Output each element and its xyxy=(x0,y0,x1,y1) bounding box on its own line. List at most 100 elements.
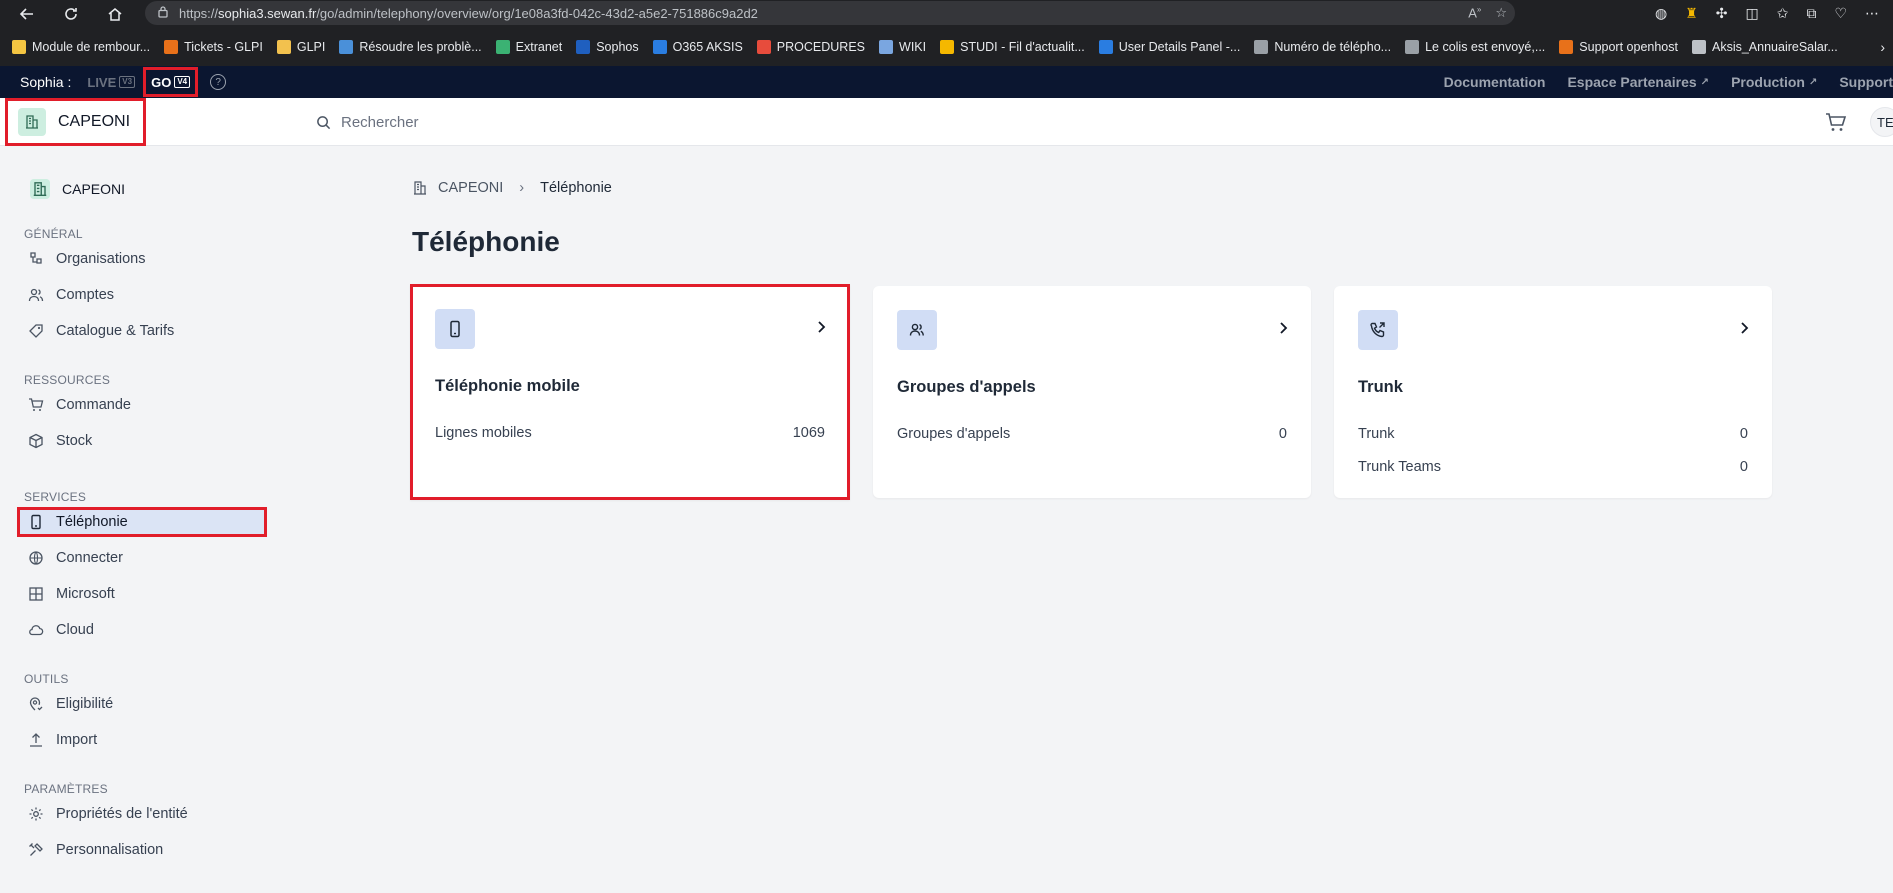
sidebar-item-label: Comptes xyxy=(56,287,115,303)
favorites-icon[interactable]: ✩ xyxy=(1777,5,1789,22)
sidebar-item-personnalisation[interactable]: Personnalisation xyxy=(18,835,266,865)
production-link[interactable]: Production ↗ xyxy=(1731,74,1817,90)
bookmark-item[interactable]: Résoudre les problè... xyxy=(339,39,482,54)
app-header: CAPEONI Rechercher TE xyxy=(0,98,1893,146)
bookmark-item[interactable]: O365 AKSIS xyxy=(652,39,743,54)
sidebar-item-eligibilite[interactable]: Eligibilité xyxy=(18,689,266,719)
card-stat-row: Lignes mobiles 1069 xyxy=(435,425,825,441)
sidebar-section-title: GÉNÉRAL xyxy=(24,227,83,241)
bookmark-label: WIKI xyxy=(899,39,927,54)
bookmark-item[interactable]: Extranet xyxy=(495,39,562,54)
sidebar-item-organisations[interactable]: Organisations xyxy=(18,244,266,274)
bookmark-label: PROCEDURES xyxy=(776,39,866,54)
environment-strip: Sophia : LIVE V3 GO V4 ? Documentation Esp… xyxy=(0,66,1893,98)
go-v4-switch[interactable]: GO V4 xyxy=(143,67,199,97)
card-title: Groupes d'appels xyxy=(897,378,1036,396)
sidebar-item-telephonie[interactable]: Téléphonie xyxy=(17,507,267,537)
bookmark-label: Résoudre les problè... xyxy=(359,39,482,54)
bookmark-label: Module de rembour... xyxy=(32,39,151,54)
sidebar-item-catalogue-tarifs[interactable]: Catalogue & Tarifs xyxy=(18,316,266,346)
service-card[interactable]: Groupes d'appels Groupes d'appels 0 xyxy=(873,286,1311,498)
bookmark-item[interactable]: Module de rembour... xyxy=(12,39,151,54)
bookmark-item[interactable]: Tickets - GLPI xyxy=(164,39,263,54)
favorite-star-icon[interactable]: ☆ xyxy=(1495,5,1507,21)
bookmark-item[interactable]: Le colis est envoyé,... xyxy=(1405,39,1545,54)
external-link-icon: ↗ xyxy=(1700,76,1710,88)
card-title: Trunk xyxy=(1358,378,1403,396)
organization-switcher[interactable]: CAPEONI xyxy=(5,98,146,146)
tag-icon xyxy=(29,324,43,338)
breadcrumb: CAPEONI › Téléphonie xyxy=(412,180,612,196)
bookmark-item[interactable]: Support openhost xyxy=(1559,39,1678,54)
building-icon xyxy=(414,181,426,195)
bookmark-favicon-icon xyxy=(12,39,26,54)
bookmark-item[interactable]: STUDI - Fil d'actualit... xyxy=(940,39,1085,54)
bookmark-item[interactable]: Sophos xyxy=(576,39,639,54)
help-icon[interactable]: ? xyxy=(210,74,227,90)
page-title: Téléphonie xyxy=(412,226,560,257)
bookmark-item[interactable]: Numéro de télépho... xyxy=(1254,39,1391,54)
globe-icon xyxy=(29,551,43,565)
service-card[interactable]: Trunk Trunk 0 Trunk Teams 0 xyxy=(1334,286,1772,498)
sidebar-item-comptes[interactable]: Comptes xyxy=(18,280,266,310)
more-menu-icon[interactable]: ⋯ xyxy=(1865,5,1879,22)
sidebar-item-cloud[interactable]: Cloud xyxy=(18,615,266,645)
stat-value: 0 xyxy=(1278,426,1287,442)
search-input[interactable]: Rechercher xyxy=(316,98,419,146)
stat-value: 0 xyxy=(1739,459,1748,475)
documentation-link[interactable]: Documentation xyxy=(1444,74,1546,90)
location-check-icon xyxy=(29,697,43,711)
bookmarks-bar: Module de rembour... Tickets - GLPI GLPI Ré… xyxy=(0,27,1893,66)
sidebar-org-name: CAPEONI xyxy=(62,181,126,197)
read-aloud-icon[interactable]: A» xyxy=(1468,5,1481,20)
chevron-right-icon: › xyxy=(519,180,525,196)
cart-icon xyxy=(29,398,44,411)
org-tree-icon xyxy=(30,252,42,264)
bookmarks-overflow-icon[interactable]: › xyxy=(1880,27,1885,66)
upload-icon xyxy=(30,733,42,747)
sidebar-item-connecter[interactable]: Connecter xyxy=(18,543,266,573)
sidebar-item-label: Cloud xyxy=(56,622,94,638)
puzzle-icon[interactable]: ✣ xyxy=(1716,5,1728,22)
health-icon[interactable]: ♡ xyxy=(1834,5,1847,22)
chevron-right-icon[interactable] xyxy=(1736,320,1752,336)
extension-icon[interactable]: ♜ xyxy=(1685,5,1698,22)
sidebar-section-title: SERVICES xyxy=(24,490,87,504)
cart-icon[interactable] xyxy=(1824,110,1848,134)
card-stat-row: Trunk 0 xyxy=(1358,426,1748,442)
support-link[interactable]: Support xyxy=(1839,74,1893,90)
sidebar-item-stock[interactable]: Stock xyxy=(18,426,266,456)
split-screen-icon[interactable]: ◫ xyxy=(1745,5,1758,22)
bookmark-item[interactable]: Aksis_AnnuaireSalar... xyxy=(1691,39,1838,54)
bookmark-label: Sophos xyxy=(596,39,639,54)
sidebar-item-proprietes-entite[interactable]: Propriétés de l'entité xyxy=(18,799,266,829)
bookmark-favicon-icon xyxy=(495,39,510,54)
bookmark-item[interactable]: User Details Panel -... xyxy=(1098,39,1240,54)
sidebar-section-title: OUTILS xyxy=(24,672,69,686)
partner-space-link[interactable]: Espace Partenaires ↗ xyxy=(1567,74,1709,90)
bookmark-item[interactable]: WIKI xyxy=(879,39,927,54)
service-card[interactable]: Téléphonie mobile Lignes mobiles 1069 xyxy=(410,284,850,500)
address-bar[interactable]: https://sophia3.sewan.fr/go/admin/teleph… xyxy=(145,1,1515,25)
sidebar-item-label: Connecter xyxy=(56,550,123,566)
card-stat-row: Groupes d'appels 0 xyxy=(897,426,1287,442)
sidebar-item-microsoft[interactable]: Microsoft xyxy=(18,579,266,609)
live-v3-switch[interactable]: LIVE V3 xyxy=(87,75,136,90)
bookmark-favicon-icon xyxy=(940,39,955,54)
reload-icon[interactable] xyxy=(56,0,86,27)
sidebar-item-import[interactable]: Import xyxy=(18,725,266,755)
user-avatar[interactable]: TE xyxy=(1870,107,1893,137)
extension-icon[interactable]: ◍ xyxy=(1655,5,1667,22)
collections-icon[interactable]: ⧉ xyxy=(1806,5,1816,22)
chevron-right-icon[interactable] xyxy=(813,319,829,335)
bookmark-item[interactable]: PROCEDURES xyxy=(756,39,866,54)
bookmark-favicon-icon xyxy=(1098,39,1113,54)
sidebar-organization[interactable]: CAPEONI xyxy=(30,179,125,199)
breadcrumb-org-link[interactable]: CAPEONI xyxy=(438,180,503,196)
sidebar-item-commande[interactable]: Commande xyxy=(18,390,266,420)
stat-value: 0 xyxy=(1739,426,1748,442)
chevron-right-icon[interactable] xyxy=(1275,320,1291,336)
bookmark-item[interactable]: GLPI xyxy=(276,39,325,54)
back-icon[interactable] xyxy=(12,0,42,27)
home-icon[interactable] xyxy=(100,0,130,27)
